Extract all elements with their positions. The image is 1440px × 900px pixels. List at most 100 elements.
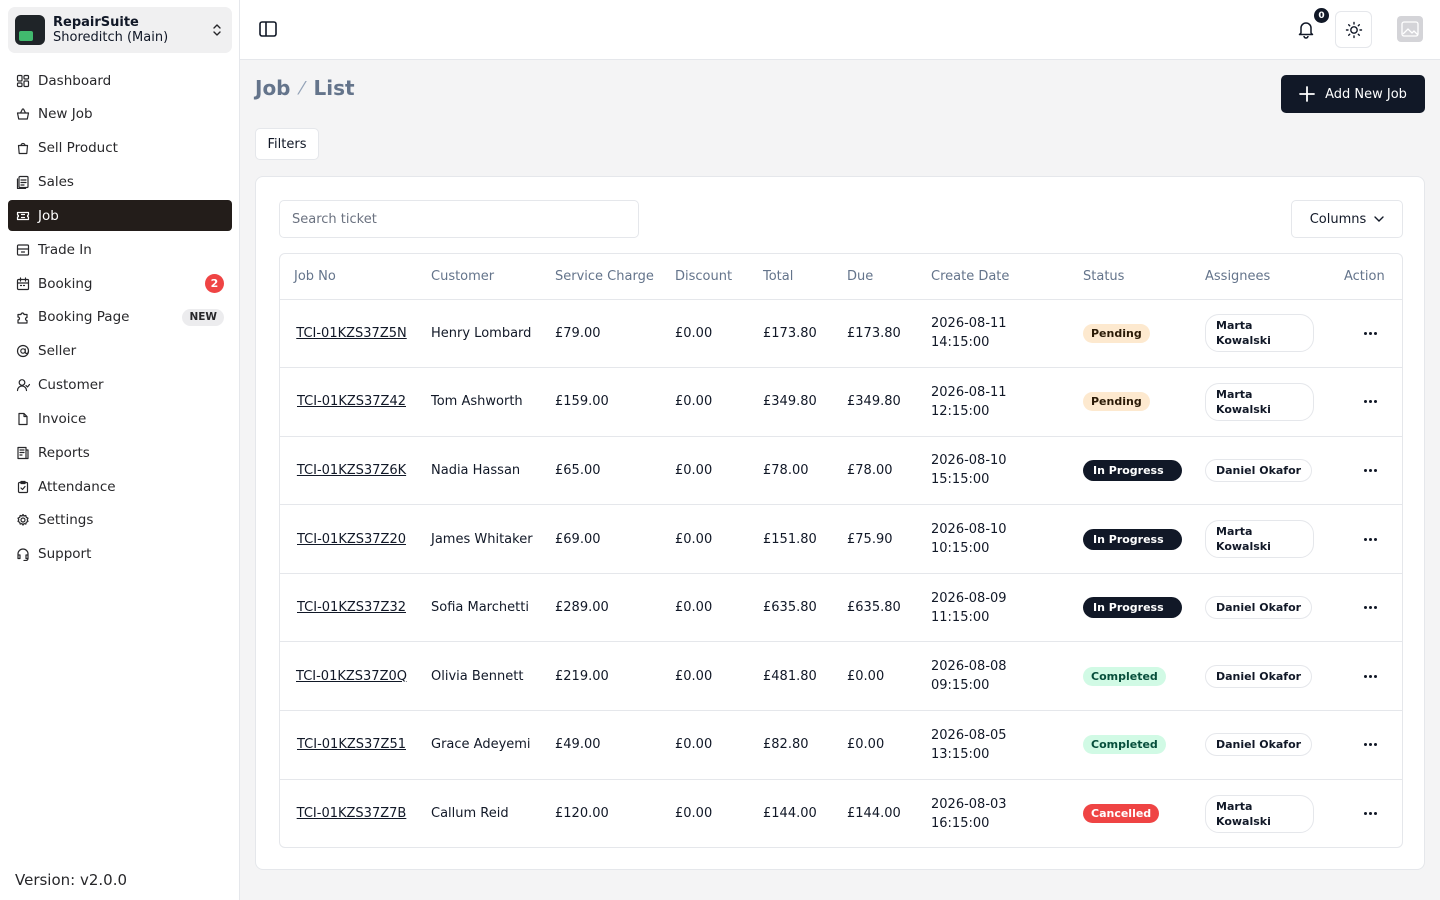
customer-cell: James Whitaker [423,504,547,574]
more-actions-icon[interactable] [1344,743,1396,747]
search-input[interactable] [279,200,639,238]
table-row: TCI-01KZS37Z7B Callum Reid £120.00 £0.00 £14… [280,779,1402,847]
customer-cell: Sofia Marchetti [423,573,547,643]
sidebar-item-dashboard[interactable]: Dashboard [8,65,232,96]
job-no-cell: TCI-01KZS37Z5N [280,299,423,369]
sidebar-item-label: Invoice [38,410,87,427]
sidebar-item-attendance[interactable]: Attendance [8,471,232,502]
customer-cell: Henry Lombard [423,299,547,369]
sidebar-item-label: Customer [38,377,104,394]
action-cell [1336,573,1402,643]
service-charge-cell: £289.00 [547,573,667,643]
sidebar-item-new-job[interactable]: New Job [8,99,232,130]
assignee-chip[interactable]: Daniel Okafor [1205,458,1313,482]
more-actions-icon[interactable] [1344,331,1396,335]
total-cell: £481.80 [755,641,839,712]
more-actions-icon[interactable] [1344,468,1396,472]
sidebar-item-settings[interactable]: Settings [8,505,232,536]
column-header-total: Total [755,254,839,300]
add-new-job-label: Add New Job [1325,86,1407,102]
job-no-cell: TCI-01KZS37Z42 [280,367,423,437]
table-row: TCI-01KZS37Z6K Nadia Hassan £65.00 £0.00 £78… [280,436,1402,506]
job-no-cell: TCI-01KZS37Z7B [280,779,423,847]
sidebar-item-label: Job [38,207,59,224]
add-new-job-button[interactable]: Add New Job [1281,75,1425,113]
breadcrumb-section[interactable]: Job [255,76,291,100]
sidebar-item-job[interactable]: Job [8,200,232,232]
discount-cell: £0.00 [667,641,755,712]
job-no-link[interactable]: TCI-01KZS37Z6K [288,461,415,480]
create-date-cell: 2026-08-11 12:15:00 [923,367,1075,437]
sidebar-item-label: Attendance [38,478,116,495]
service-charge-cell: £65.00 [547,436,667,506]
job-no-link[interactable]: TCI-01KZS37Z7B [288,804,415,823]
more-actions-icon[interactable] [1344,606,1396,610]
user-avatar[interactable] [1397,16,1423,42]
breadcrumb: Job ⁄ List [255,76,355,100]
status-cell: Pending [1075,299,1197,369]
assignee-chip[interactable]: Marta Kowalski [1205,520,1314,559]
column-header-assignees: Assignees [1197,254,1336,300]
status-badge: In Progress [1083,528,1182,550]
assignees-cell: Marta Kowalski [1197,504,1336,574]
chevron-down-icon [1374,216,1384,222]
column-header-create-date: Create Date [923,254,1075,300]
sidebar-toggle-icon[interactable] [258,19,278,39]
assignee-chip[interactable]: Marta Kowalski [1205,794,1314,833]
sidebar-item-sell-product[interactable]: Sell Product [8,133,232,164]
column-header-status: Status [1075,254,1197,300]
status-cell: Completed [1075,641,1197,712]
total-cell: £173.80 [755,299,839,369]
service-charge-cell: £159.00 [547,367,667,437]
job-no-link[interactable]: TCI-01KZS37Z42 [288,392,415,411]
discount-cell: £0.00 [667,367,755,437]
more-actions-icon[interactable] [1344,674,1396,678]
theme-toggle-button[interactable] [1335,11,1372,48]
table-row: TCI-01KZS37Z0Q Olivia Bennett £219.00 £0.00… [280,641,1402,712]
action-cell [1336,436,1402,506]
assignee-chip[interactable]: Daniel Okafor [1205,664,1313,688]
job-no-link[interactable]: TCI-01KZS37Z5N [288,324,415,343]
plus-icon [1299,86,1315,102]
booking-count-badge: 2 [205,274,224,294]
sidebar-item-invoice[interactable]: Invoice [8,403,232,434]
sidebar-item-trade-in[interactable]: Trade In [8,234,232,265]
sidebar-item-support[interactable]: Support [8,539,232,570]
more-actions-icon[interactable] [1344,400,1396,404]
column-header-service-charge: Service Charge [547,254,667,300]
sidebar-item-label: Booking [38,275,93,292]
job-no-cell: TCI-01KZS37Z0Q [280,641,423,712]
more-actions-icon[interactable] [1344,537,1396,541]
assignee-chip[interactable]: Daniel Okafor [1205,733,1313,757]
due-cell: £144.00 [847,806,901,822]
assignees-cell: Daniel Okafor [1197,573,1336,643]
discount-cell: £0.00 [667,436,755,506]
sidebar-item-booking-page[interactable]: Booking Page NEW [8,302,232,333]
assignee-chip[interactable]: Daniel Okafor [1205,596,1313,620]
shopping-bag-icon [17,143,29,155]
job-no-link[interactable]: TCI-01KZS37Z0Q [288,667,415,686]
job-no-link[interactable]: TCI-01KZS37Z32 [288,598,415,617]
report-icon [17,446,29,459]
action-cell [1336,710,1402,780]
sidebar-item-sales[interactable]: Sales [8,167,232,198]
create-date-cell: 2026-08-11 14:15:00 [923,299,1075,369]
service-charge-cell: £49.00 [547,710,667,780]
sidebar-item-reports[interactable]: Reports [8,437,232,468]
create-date-cell: 2026-08-05 13:15:00 [923,710,1075,780]
job-no-link[interactable]: TCI-01KZS37Z20 [288,530,415,549]
assignee-chip[interactable]: Marta Kowalski [1205,382,1314,421]
columns-button[interactable]: Columns [1291,200,1403,238]
assignee-chip[interactable]: Marta Kowalski [1205,314,1314,353]
customer-cell: Tom Ashworth [423,367,547,437]
bell-icon[interactable] [1296,19,1316,39]
sidebar-item-booking[interactable]: Booking 2 [8,268,232,299]
sidebar-item-seller[interactable]: Seller [8,336,232,367]
store-switcher[interactable]: RepairSuite Shoreditch (Main) [8,7,232,53]
job-no-link[interactable]: TCI-01KZS37Z51 [288,735,415,754]
filters-button[interactable]: Filters [255,128,319,160]
table-row: TCI-01KZS37Z5N Henry Lombard £79.00 £0.00 £1… [280,299,1402,369]
more-actions-icon[interactable] [1344,812,1396,816]
discount-cell: £0.00 [667,710,755,780]
sidebar-item-customer[interactable]: Customer [8,370,232,401]
